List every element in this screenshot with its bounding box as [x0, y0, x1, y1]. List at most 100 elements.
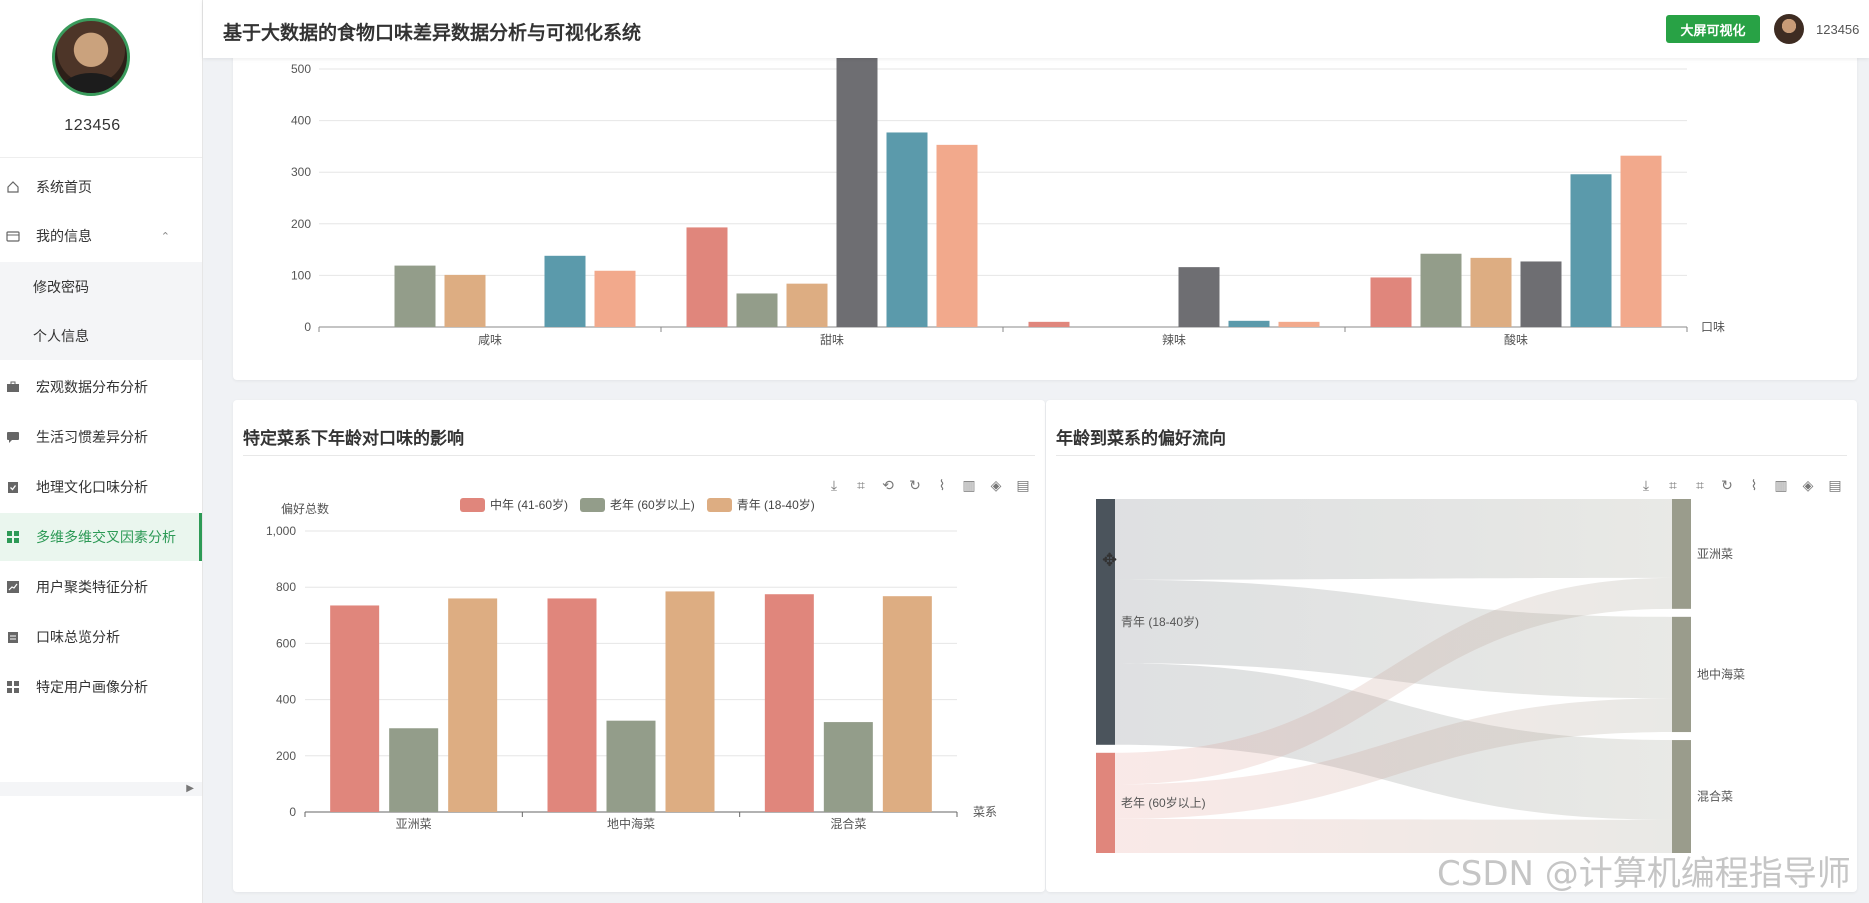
nav-geo-culture-analysis-label: 地理文化口味分析	[36, 479, 148, 495]
crop-icon[interactable]: ⌗	[1664, 477, 1682, 494]
y-tick-label: 400	[276, 693, 296, 707]
bar	[444, 274, 486, 327]
bar	[1370, 277, 1412, 327]
bar	[1420, 253, 1462, 327]
nav-macro-analysis[interactable]: 宏观数据分布分析	[0, 363, 202, 411]
grid-icon	[6, 530, 20, 544]
x-tick-label: 混合菜	[830, 816, 866, 831]
bar	[448, 598, 498, 812]
sankey-chart: 青年 (18-40岁) 老年 (60岁以上) 亚洲菜地中海菜混合菜 ✥	[1096, 499, 1745, 853]
bar	[606, 720, 656, 812]
refresh-icon[interactable]: ↻	[1718, 477, 1736, 494]
nav-user-profile-analysis[interactable]: 特定用户画像分析	[0, 663, 202, 711]
nav-home[interactable]: 系统首页	[0, 164, 202, 210]
sankey-link	[1115, 499, 1672, 580]
nav-my-info-label: 我的信息	[36, 228, 92, 244]
y-tick-label: 200	[291, 217, 311, 231]
download-icon[interactable]: ⤓	[1637, 477, 1655, 494]
nav-my-info[interactable]: 我的信息 ⌃	[0, 213, 202, 259]
caret-right-icon[interactable]: ▶	[186, 783, 194, 794]
y-axis-name: 偏好总数	[281, 501, 329, 516]
home-icon	[6, 180, 20, 194]
sankey-toolbox: ⤓ ⌗ ⌗ ↻ ⌇ ▥ ◈ ▤	[1637, 477, 1844, 494]
nav-change-password[interactable]: 修改密码	[0, 262, 202, 312]
nav-cross-factor-analysis[interactable]: 多维多维交叉因素分析	[0, 513, 202, 561]
nav-change-password-label: 修改密码	[33, 279, 89, 295]
move-cursor-icon: ✥	[1102, 550, 1117, 570]
crop-back-icon[interactable]: ⌗	[1691, 477, 1709, 494]
line-chart-icon[interactable]: ⌇	[1745, 477, 1763, 494]
bar	[836, 56, 878, 327]
x-tick-label: 咸味	[478, 333, 502, 347]
x-tick-label: 亚洲菜	[396, 817, 432, 831]
top-header: 基于大数据的食物口味差异数据分析与可视化系统 大屏可视化 123456	[203, 0, 1869, 58]
bar	[1278, 321, 1320, 327]
sankey-target-label: 亚洲菜	[1697, 547, 1733, 561]
bar-chart-icon[interactable]: ▥	[1772, 477, 1790, 494]
nav-divider	[0, 157, 202, 158]
bar	[1570, 174, 1612, 327]
clipboard-icon	[6, 630, 20, 644]
bar	[686, 227, 728, 327]
y-tick-label: 1,000	[266, 524, 296, 538]
nav-lifestyle-analysis-label: 生活习惯差异分析	[36, 429, 148, 445]
page-title: 基于大数据的食物口味差异数据分析与可视化系统	[223, 23, 642, 44]
clipboard-check-icon	[6, 480, 20, 494]
age-cuisine-chart: 0 200 400 600 800 1,000 偏好总数亚洲菜 地中海菜 混合菜 菜系	[266, 501, 997, 831]
bar	[886, 132, 928, 327]
grid-icon	[6, 680, 20, 694]
y-tick-label: 400	[291, 114, 311, 128]
nav-personal-info[interactable]: 个人信息	[0, 312, 202, 360]
chat-icon	[6, 430, 20, 444]
x-tick-label: 酸味	[1504, 332, 1528, 347]
bar	[1520, 261, 1562, 327]
x-axis-name: 菜系	[973, 805, 997, 819]
sankey-source-node	[1096, 499, 1115, 745]
taste-bar-chart: 0 100 200 300 400 500 咸味 甜味 辣味 酸味 口味	[291, 56, 1725, 347]
nav-home-label: 系统首页	[36, 179, 92, 195]
chevron-up-icon[interactable]: ⌃	[161, 230, 170, 243]
bar	[823, 722, 873, 812]
sankey-source-label: 老年 (60岁以上)	[1121, 795, 1206, 810]
y-tick-label: 0	[304, 320, 311, 334]
x-axis-name: 口味	[1701, 320, 1725, 334]
card-icon	[6, 229, 20, 243]
x-tick-label: 地中海菜	[607, 816, 655, 831]
nav-geo-culture-analysis[interactable]: 地理文化口味分析	[0, 463, 202, 511]
trend-icon	[6, 580, 20, 594]
nav-user-profile-analysis-label: 特定用户画像分析	[36, 679, 148, 695]
header-avatar[interactable]	[1774, 14, 1804, 44]
x-tick-label: 辣味	[1162, 333, 1186, 347]
y-tick-label: 0	[289, 805, 296, 819]
sidebar-username: 123456	[64, 117, 121, 134]
user-avatar[interactable]	[52, 18, 130, 96]
y-tick-label: 200	[276, 749, 296, 763]
sankey-target-label: 混合菜	[1697, 789, 1733, 804]
briefcase-icon	[6, 380, 20, 394]
header-username[interactable]: 123456	[1816, 22, 1859, 37]
bar	[1028, 321, 1070, 327]
y-tick-label: 100	[291, 268, 311, 282]
sankey-target-node	[1672, 499, 1691, 609]
bar	[330, 605, 380, 812]
big-screen-button[interactable]: 大屏可视化	[1666, 15, 1760, 43]
bar	[736, 293, 778, 327]
nav-taste-overview[interactable]: 口味总览分析	[0, 613, 202, 661]
y-tick-label: 300	[291, 165, 311, 179]
sankey-source-node	[1096, 752, 1115, 853]
sankey-target-node	[1672, 740, 1691, 853]
nav-user-cluster-analysis[interactable]: 用户聚类特征分析	[0, 563, 202, 611]
y-tick-label: 500	[291, 62, 311, 76]
bar	[1470, 257, 1512, 327]
nav-macro-analysis-label: 宏观数据分布分析	[36, 379, 148, 395]
nav-lifestyle-analysis[interactable]: 生活习惯差异分析	[0, 413, 202, 461]
bar	[936, 144, 978, 327]
bar	[665, 591, 715, 812]
bar	[594, 270, 636, 327]
taste-bar-card: 0 100 200 300 400 500 咸味 甜味 辣味 酸味 口味	[233, 40, 1857, 380]
bar	[389, 728, 439, 812]
data-view-icon[interactable]: ▤	[1826, 477, 1844, 494]
y-tick-label: 600	[276, 636, 296, 650]
sidebar-scrollbar[interactable]: ▶	[0, 782, 202, 796]
stack-icon[interactable]: ◈	[1799, 477, 1817, 494]
